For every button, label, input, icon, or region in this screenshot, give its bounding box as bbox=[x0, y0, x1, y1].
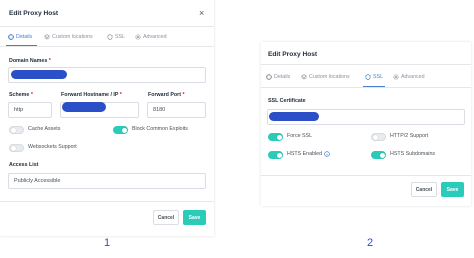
redacted-certificate bbox=[269, 112, 319, 121]
tab-label: Advanced bbox=[143, 34, 167, 40]
caption-2: 2 bbox=[367, 237, 374, 249]
scheme-select[interactable]: http bbox=[8, 102, 52, 118]
http2-support-toggle[interactable] bbox=[371, 133, 386, 141]
force-ssl-label: Force SSL bbox=[287, 133, 313, 139]
block-common-exploits-label: Block Common Exploits bbox=[132, 126, 188, 132]
access-list-select[interactable]: Publicly Accessible bbox=[8, 173, 206, 189]
forward-port-label: Forward Port * bbox=[148, 92, 185, 98]
caption-1: 1 bbox=[104, 237, 111, 249]
forward-hostname-label: Forward Hostname / IP * bbox=[61, 92, 122, 98]
dialog-title: Edit Proxy Host bbox=[9, 10, 59, 17]
tab-details[interactable]: Details bbox=[266, 74, 290, 80]
tab-label: Custom locations bbox=[309, 74, 350, 80]
hsts-subdomains-label: HSTS Subdomains bbox=[390, 151, 436, 157]
http2-support-label: HTTP/2 Support bbox=[390, 133, 429, 139]
cache-assets-label: Cache Assets bbox=[28, 126, 61, 132]
tab-label: SSL bbox=[115, 34, 126, 40]
tab-label: Details bbox=[274, 74, 291, 80]
cache-assets-toggle[interactable] bbox=[9, 126, 24, 134]
edit-proxy-host-details-dialog: Edit Proxy Host × Details Custom locatio… bbox=[0, 0, 214, 236]
tab-details[interactable]: Details bbox=[8, 34, 32, 40]
shield-icon bbox=[365, 74, 371, 80]
hsts-enabled-label: HSTS Enabled bbox=[287, 151, 330, 157]
tab-advanced[interactable]: Advanced bbox=[393, 74, 425, 80]
cancel-button[interactable]: Cancel bbox=[411, 182, 437, 197]
websockets-toggle[interactable] bbox=[9, 144, 24, 152]
tab-label: Details bbox=[16, 34, 33, 40]
hsts-subdomains-toggle[interactable] bbox=[371, 151, 386, 159]
cancel-button[interactable]: Cancel bbox=[153, 210, 179, 225]
target-icon bbox=[8, 34, 14, 40]
close-icon[interactable]: × bbox=[199, 9, 204, 18]
tab-custom-locations[interactable]: Custom locations bbox=[301, 74, 350, 80]
hsts-enabled-toggle[interactable] bbox=[268, 151, 283, 159]
websockets-label: Websockets Support bbox=[28, 144, 77, 150]
scheme-label: Scheme * bbox=[9, 92, 33, 98]
save-button[interactable]: Save bbox=[441, 182, 464, 197]
force-ssl-toggle[interactable] bbox=[268, 133, 283, 141]
gear-icon bbox=[393, 74, 399, 80]
layers-icon bbox=[44, 34, 50, 40]
redacted-domain bbox=[11, 70, 67, 79]
shield-icon bbox=[107, 34, 113, 40]
forward-port-input[interactable]: 8180 bbox=[147, 102, 206, 118]
tab-custom-locations[interactable]: Custom locations bbox=[44, 34, 93, 40]
edit-proxy-host-ssl-dialog: Edit Proxy Host Details Custom locations… bbox=[261, 42, 471, 206]
block-common-exploits-toggle[interactable] bbox=[113, 126, 128, 134]
info-icon[interactable] bbox=[324, 151, 330, 157]
redacted-hostname bbox=[62, 102, 106, 112]
domain-names-label: Domain Names * bbox=[9, 58, 51, 64]
save-button[interactable]: Save bbox=[183, 210, 206, 225]
tab-label: Advanced bbox=[401, 74, 425, 80]
ssl-certificate-label: SSL Certificate bbox=[268, 98, 306, 104]
tab-advanced[interactable]: Advanced bbox=[135, 34, 167, 40]
access-list-label: Access List bbox=[9, 162, 39, 168]
tab-ssl[interactable]: SSL bbox=[365, 74, 383, 80]
tab-label: Custom locations bbox=[52, 34, 93, 40]
tab-ssl[interactable]: SSL bbox=[107, 34, 125, 40]
layers-icon bbox=[301, 74, 307, 80]
tab-label: SSL bbox=[373, 74, 384, 80]
target-icon bbox=[266, 74, 272, 80]
gear-icon bbox=[135, 34, 141, 40]
dialog-title: Edit Proxy Host bbox=[268, 51, 318, 58]
